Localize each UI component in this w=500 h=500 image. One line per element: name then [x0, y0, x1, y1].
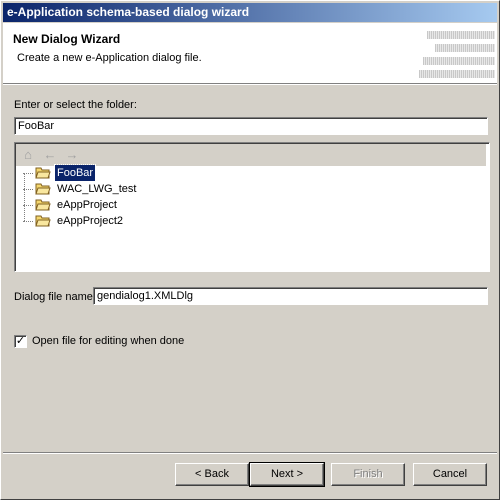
wizard-header: New Dialog Wizard Create a new e-Applica…: [3, 23, 497, 84]
wizard-window: e-Application schema-based dialog wizard…: [0, 0, 500, 500]
wizard-description: Create a new e-Application dialog file.: [17, 52, 202, 64]
tree-item-label: WAC_LWG_test: [57, 183, 137, 195]
forward-arrow-icon[interactable]: →: [64, 148, 80, 162]
folder-icon: [35, 183, 51, 195]
open-editing-label: Open file for editing when done: [32, 335, 185, 347]
folder-label: Enter or select the folder:: [14, 99, 137, 111]
folder-icon: [35, 215, 51, 227]
tree-item-label: eAppProject: [57, 199, 117, 211]
tree-item-label: FooBar: [53, 164, 97, 182]
folder-input[interactable]: FooBar: [14, 117, 488, 135]
open-editing-checkbox[interactable]: ✓: [14, 335, 27, 348]
back-arrow-icon[interactable]: ←: [42, 148, 58, 162]
tree-item-label: eAppProject2: [57, 215, 124, 227]
wizard-title: New Dialog Wizard: [13, 32, 121, 46]
window-title: e-Application schema-based dialog wizard: [3, 3, 497, 22]
folder-icon: [35, 199, 51, 211]
back-button[interactable]: < Back: [175, 463, 249, 486]
home-icon[interactable]: ⌂: [20, 148, 36, 162]
finish-button[interactable]: Finish: [331, 463, 405, 486]
filename-label: Dialog file name: [14, 291, 93, 303]
filename-input[interactable]: gendialog1.XMLDlg: [93, 287, 488, 305]
folder-tree[interactable]: ⌂ ← → FooBar WAC_LWG_test eAppProject eA…: [14, 142, 490, 272]
tree-toolbar: ⌂ ← →: [16, 144, 486, 166]
banner-graphic: [415, 31, 495, 79]
cancel-button[interactable]: Cancel: [413, 463, 487, 486]
open-folder-icon: [35, 167, 51, 179]
next-button[interactable]: Next >: [249, 462, 325, 487]
